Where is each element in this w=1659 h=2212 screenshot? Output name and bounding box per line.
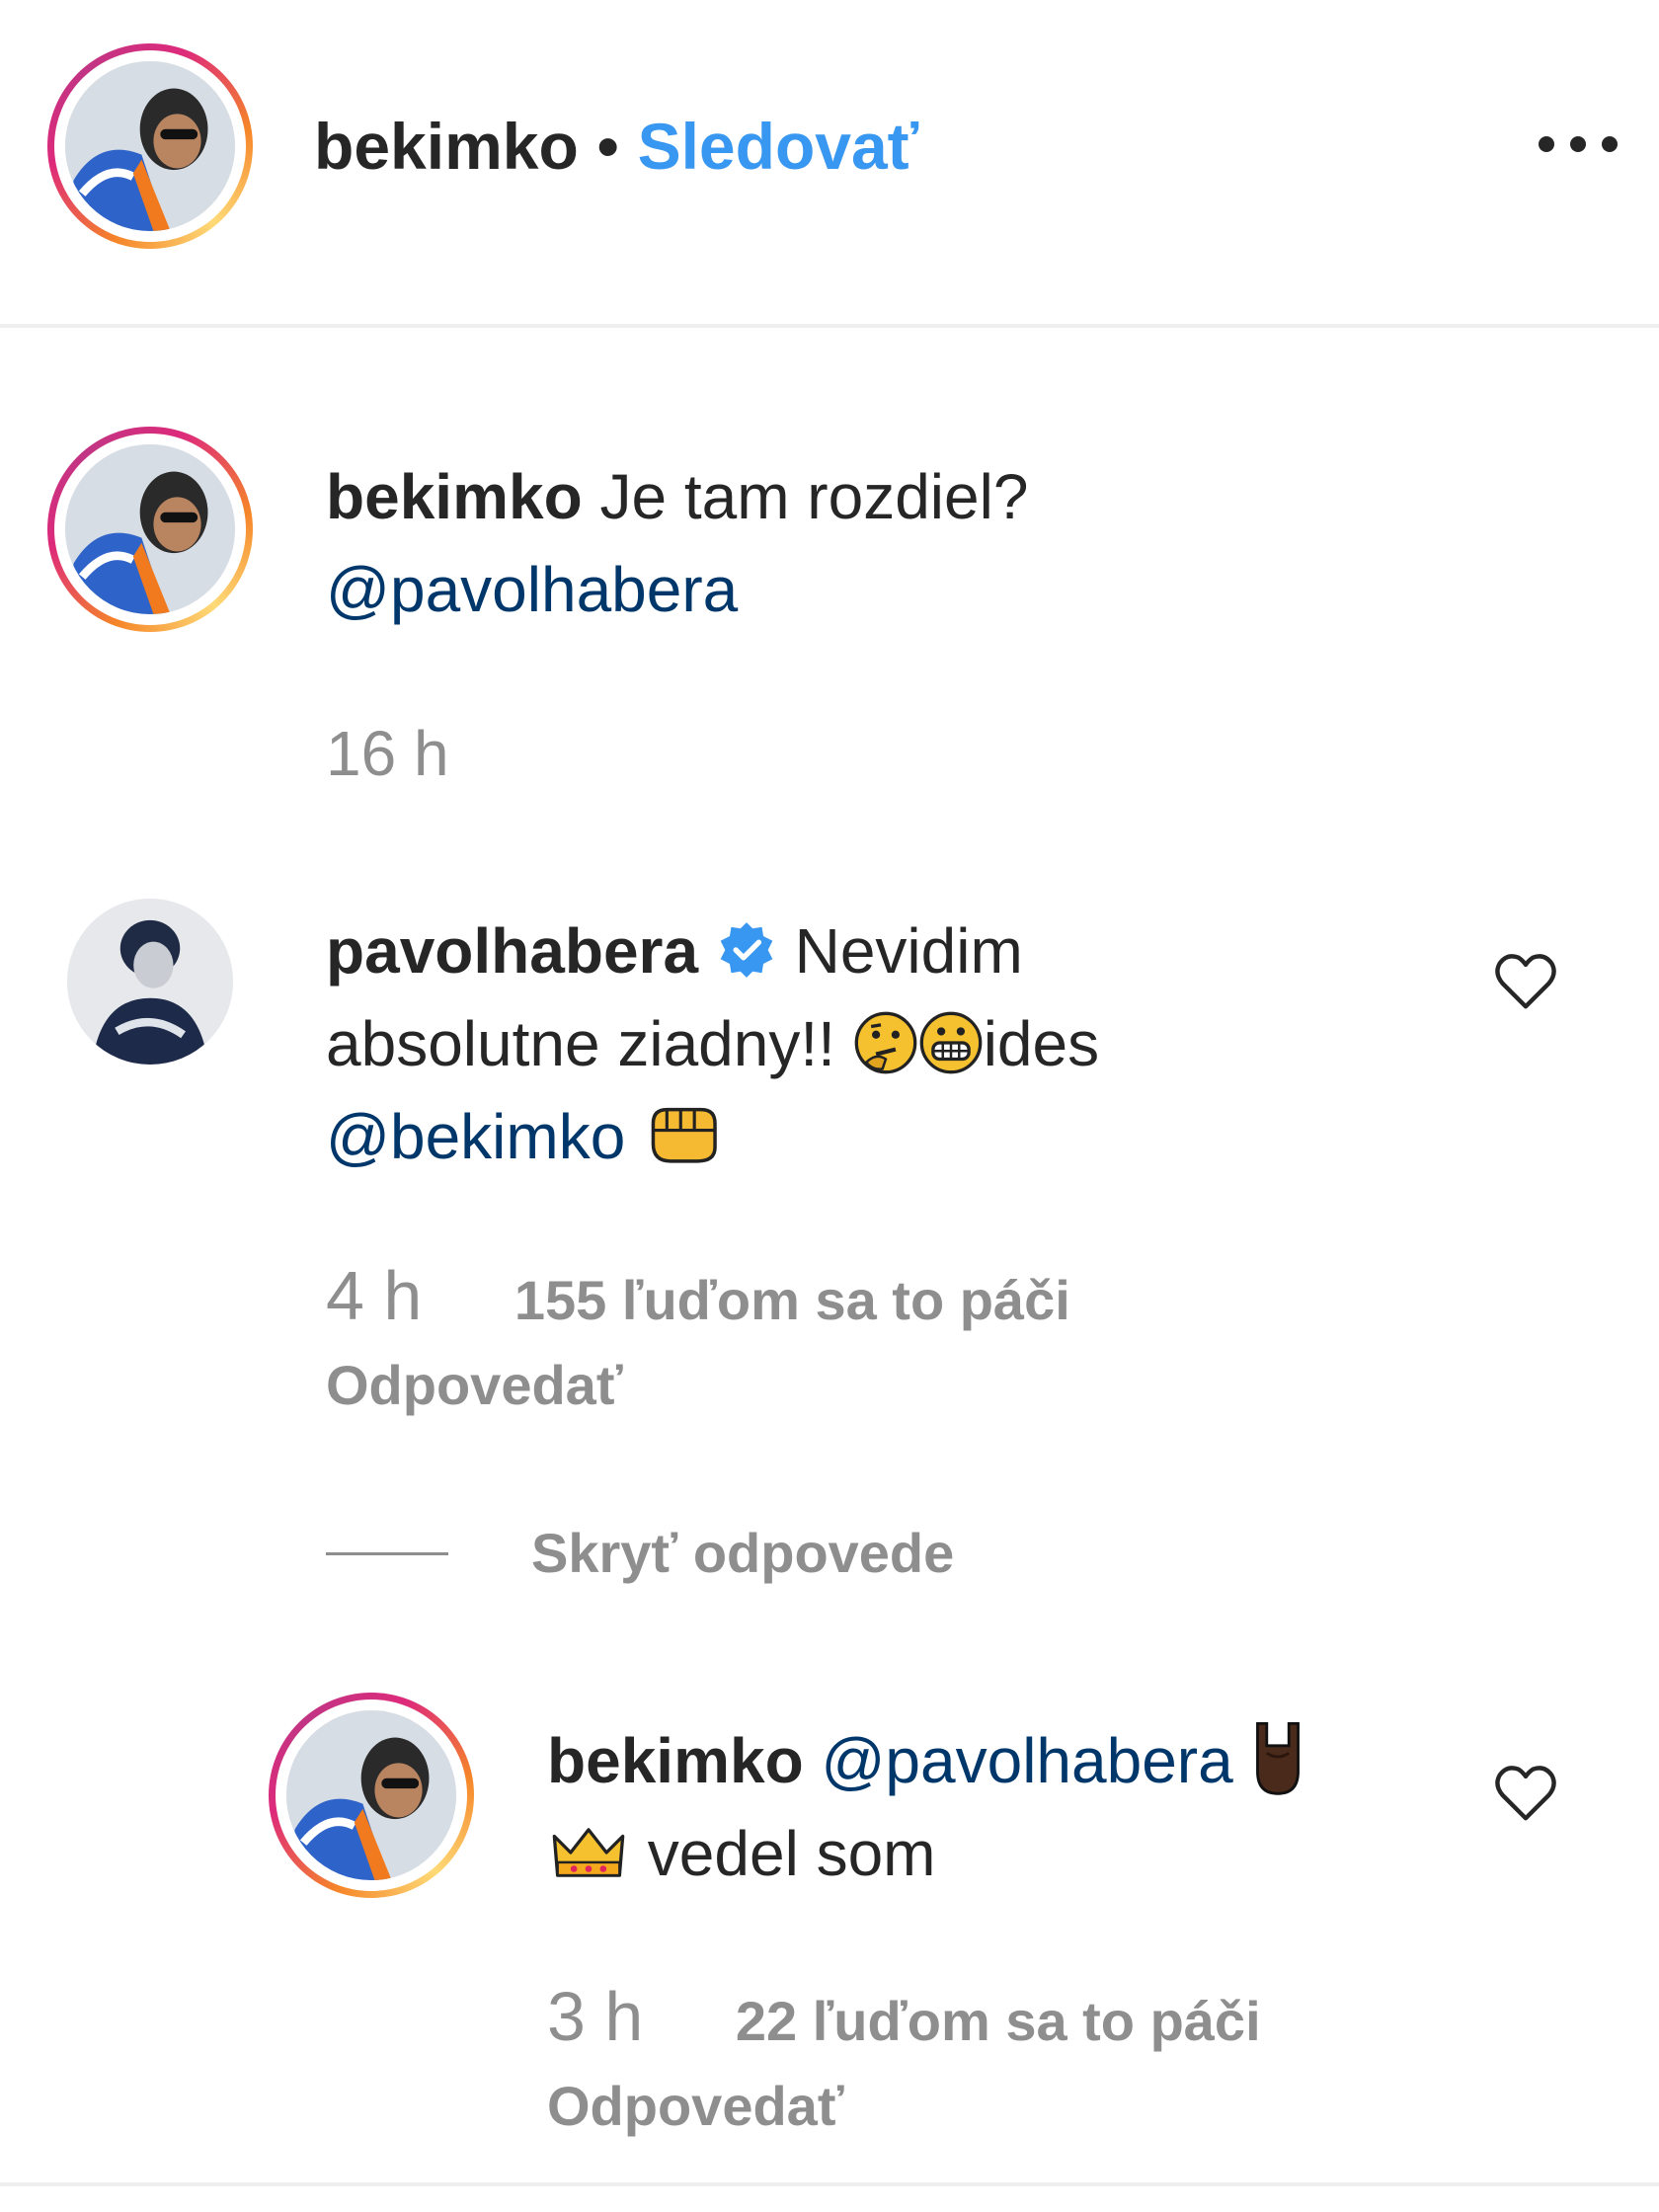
header-username[interactable]: bekimko [314, 110, 579, 183]
profile-photo-bekimko [65, 444, 235, 614]
comment-like-heart-icon[interactable] [1491, 946, 1560, 1015]
caption-text: Je tam rozdiel? [599, 461, 1029, 532]
sign-of-horns-emoji [1250, 1715, 1305, 1798]
comment-body: pavolhabera Nevidim absolutne ziadny!! i… [326, 905, 1462, 1183]
thinking-face-emoji [853, 1010, 918, 1075]
reply-time[interactable]: 3 h [547, 1978, 643, 2055]
comment-meta: 4 h 155 ľuďom sa to páči [326, 1256, 1070, 1335]
caption-avatar-ring[interactable] [47, 427, 253, 632]
comment-text-after-emoji: ides [983, 1008, 1100, 1079]
bottom-divider [0, 2182, 1659, 2186]
caption-time[interactable]: 16 h [326, 717, 449, 790]
comment-text-line2: absolutne ziadny!! [326, 1008, 835, 1079]
comment-username[interactable]: pavolhabera [326, 915, 698, 987]
profile-photo-pavolhabera [67, 899, 233, 1065]
header-separator: • [596, 110, 620, 183]
comment-mention[interactable]: @bekimko [326, 1101, 625, 1172]
comment-avatar[interactable] [67, 899, 233, 1065]
caption-body: bekimko Je tam rozdiel? @pavolhabera [326, 450, 1511, 636]
replies-divider-line [326, 1552, 448, 1555]
reply-like-heart-icon[interactable] [1491, 1758, 1560, 1827]
verified-badge-icon [716, 919, 777, 981]
profile-photo-bekimko [65, 61, 235, 231]
hide-replies-button[interactable]: Skryť odpovede [531, 1521, 954, 1585]
reply-likes[interactable]: 22 ľuďom sa to páči [736, 1990, 1261, 2052]
reply-body: bekimko @pavolhabera vedel som [547, 1714, 1465, 1900]
reply-reply-button[interactable]: Odpovedať [547, 2074, 844, 2138]
reply-avatar-ring[interactable] [269, 1693, 474, 1898]
reply-meta: 3 h 22 ľuďom sa to páči [547, 1977, 1261, 2056]
reply-avatar [286, 1710, 456, 1880]
grinning-face-emoji [918, 1010, 984, 1075]
more-horizontal-icon[interactable] [1537, 124, 1620, 164]
comment-reply-button[interactable]: Odpovedať [326, 1353, 623, 1417]
reply-mention[interactable]: @pavolhabera [821, 1725, 1232, 1796]
reply-text: vedel som [647, 1818, 936, 1889]
caption-avatar [65, 444, 235, 614]
header-avatar-ring[interactable] [47, 43, 253, 249]
fist-emoji [643, 1099, 722, 1168]
follow-button[interactable]: Sledovať [638, 110, 919, 183]
caption-username[interactable]: bekimko [326, 461, 583, 532]
header-divider [0, 324, 1659, 328]
caption-mention[interactable]: @pavolhabera [326, 554, 738, 625]
profile-photo-bekimko [286, 1710, 456, 1880]
reply-username[interactable]: bekimko [547, 1725, 804, 1796]
comment-time[interactable]: 4 h [326, 1257, 422, 1334]
comment-text-line1: Nevidim [794, 915, 1023, 987]
comment-likes[interactable]: 155 ľuďom sa to páči [514, 1269, 1070, 1331]
header-avatar [65, 61, 235, 231]
crown-emoji [547, 1820, 630, 1885]
